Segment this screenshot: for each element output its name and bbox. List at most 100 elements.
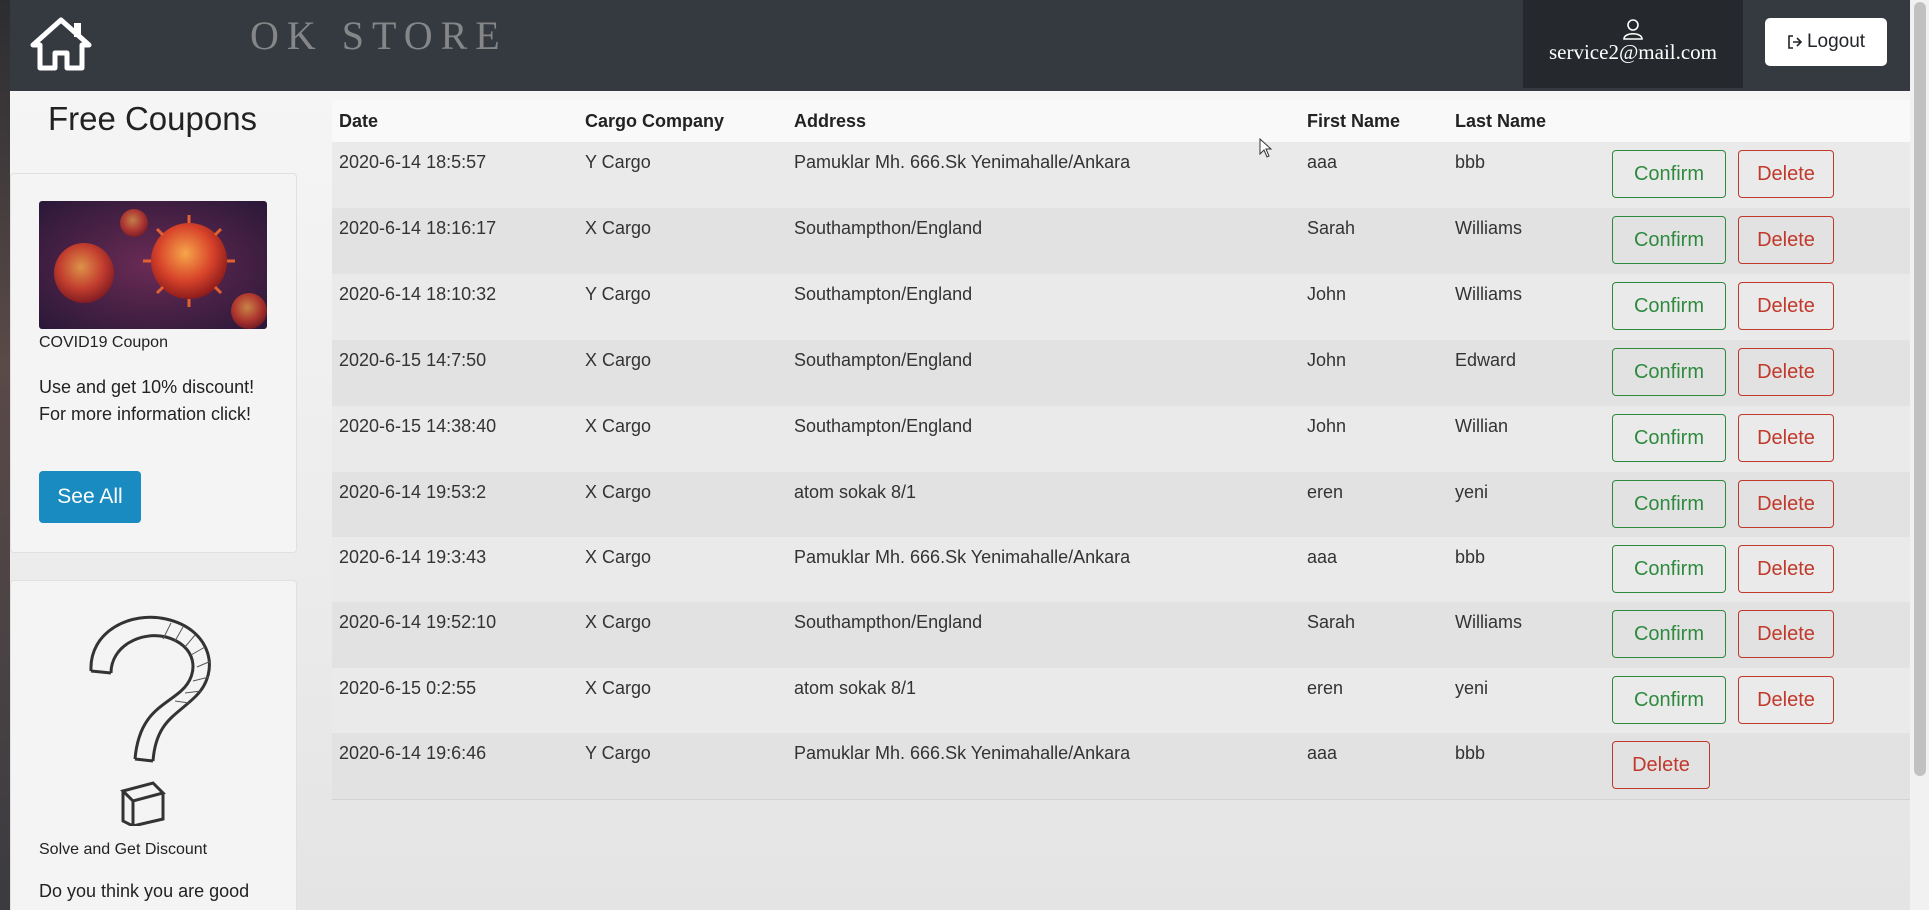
logout-icon	[1788, 35, 1803, 49]
confirm-button[interactable]: Confirm	[1612, 150, 1726, 198]
quiz-description: Do you think you are good	[39, 881, 250, 901]
cell-cargo-company: X Cargo	[585, 612, 652, 632]
delete-button[interactable]: Delete	[1738, 480, 1834, 528]
question-mark-image	[89, 615, 212, 826]
cell-date: 2020-6-15 14:38:40	[339, 416, 497, 436]
cell-cargo-company: X Cargo	[585, 482, 652, 502]
cell-first-name: John	[1307, 284, 1347, 304]
cell-address: atom sokak 8/1	[794, 482, 917, 502]
logout-button[interactable]: Logout	[1765, 18, 1887, 66]
coupon-card: COVID19 Coupon Use and get 10% discount!…	[10, 173, 297, 553]
confirm-button[interactable]: Confirm	[1612, 610, 1726, 658]
coupons-title: Free Coupons	[47, 100, 258, 137]
confirm-button[interactable]: Confirm	[1612, 480, 1726, 528]
cell-date: 2020-6-14 18:5:57	[339, 152, 487, 172]
delete-button[interactable]: Delete	[1738, 676, 1834, 724]
cell-first-name: aaa	[1307, 152, 1338, 172]
delete-button[interactable]: Delete	[1738, 545, 1834, 593]
delete-button[interactable]: Delete	[1612, 741, 1710, 789]
coupon-label: COVID19 Coupon	[39, 334, 168, 351]
quiz-label: Solve and Get Discount	[39, 841, 208, 858]
covid-virus-image	[39, 201, 267, 329]
cell-address: Pamuklar Mh. 666.Sk Yenimahalle/Ankara	[794, 547, 1131, 567]
cell-first-name: aaa	[1307, 743, 1338, 763]
coupon-description: Use and get 10% discount! For more infor…	[39, 377, 255, 424]
cell-date: 2020-6-14 19:6:46	[339, 743, 487, 763]
top-navbar: OK STORE service2@mail.com Logout	[10, 0, 1910, 91]
user-icon	[1623, 19, 1643, 40]
cell-address: Pamuklar Mh. 666.Sk Yenimahalle/Ankara	[794, 743, 1131, 763]
cell-address: Pamuklar Mh. 666.Sk Yenimahalle/Ankara	[794, 152, 1131, 172]
cell-last-name: yeni	[1455, 482, 1489, 502]
see-all-button[interactable]: See All	[39, 471, 141, 523]
column-header-last-name: Last Name	[1455, 111, 1547, 131]
cell-date: 2020-6-15 0:2:55	[339, 678, 477, 698]
page-scrollbar[interactable]	[1910, 0, 1929, 910]
cell-date: 2020-6-14 18:16:17	[339, 218, 497, 238]
cell-last-name: Williams	[1455, 612, 1522, 632]
table-header: Date Cargo Company Address First Name La…	[332, 100, 1910, 143]
table-row: 2020-6-15 14:7:50 X Cargo Southampton/Engl…	[332, 340, 1910, 407]
delete-button[interactable]: Delete	[1738, 414, 1834, 462]
cell-address: Southampton/England	[794, 350, 973, 370]
delete-button[interactable]: Delete	[1738, 150, 1834, 198]
confirm-button[interactable]: Confirm	[1612, 676, 1726, 724]
user-email: service2@mail.com	[1548, 40, 1718, 64]
cell-cargo-company: X Cargo	[585, 350, 652, 370]
user-menu[interactable]: service2@mail.com	[1523, 0, 1743, 88]
column-header-first-name: First Name	[1307, 111, 1401, 131]
cell-first-name: John	[1307, 350, 1347, 370]
table-row: 2020-6-14 18:10:32 Y Cargo Southampton/Eng…	[332, 274, 1910, 341]
orders-table: Date Cargo Company Address First Name La…	[332, 100, 1910, 800]
cell-last-name: Edward	[1455, 350, 1517, 370]
cell-address: Southampthon/England	[794, 218, 983, 238]
cell-address: Southampthon/England	[794, 612, 983, 632]
cell-last-name: Willian	[1455, 416, 1509, 436]
table-row: 2020-6-14 18:16:17 X Cargo Southampthon/En…	[332, 208, 1910, 275]
confirm-button[interactable]: Confirm	[1612, 545, 1726, 593]
cell-date: 2020-6-14 19:3:43	[339, 547, 487, 567]
cell-cargo-company: Y Cargo	[585, 152, 651, 172]
mouse-cursor-icon	[1259, 138, 1273, 158]
column-header-date: Date	[339, 111, 379, 131]
table-row: 2020-6-15 14:38:40 X Cargo Southampton/Eng…	[332, 406, 1910, 473]
scrollbar-thumb[interactable]	[1914, 2, 1926, 776]
cell-first-name: eren	[1307, 678, 1344, 698]
cell-last-name: Williams	[1455, 218, 1522, 238]
cell-first-name: Sarah	[1307, 612, 1356, 632]
brand-logo[interactable]: OK STORE	[250, 12, 508, 59]
column-header-cargo: Cargo Company	[585, 111, 725, 131]
cell-date: 2020-6-14 19:52:10	[339, 612, 497, 632]
quiz-card: Solve and Get Discount Do you think you …	[10, 580, 297, 910]
logout-label: Logout	[1806, 31, 1866, 52]
table-row: 2020-6-14 18:5:57 Y Cargo Pamuklar Mh. 666…	[332, 142, 1910, 209]
cell-date: 2020-6-14 19:53:2	[339, 482, 487, 502]
delete-button[interactable]: Delete	[1738, 216, 1834, 264]
background-strip	[0, 0, 10, 910]
confirm-button[interactable]: Confirm	[1612, 216, 1726, 264]
cell-date: 2020-6-14 18:10:32	[339, 284, 497, 304]
column-header-address: Address	[794, 111, 867, 131]
cell-cargo-company: X Cargo	[585, 547, 652, 567]
cell-first-name: aaa	[1307, 547, 1338, 567]
cell-cargo-company: X Cargo	[585, 678, 652, 698]
cell-first-name: John	[1307, 416, 1347, 436]
page: OK STORE service2@mail.com Logout Free C…	[10, 0, 1910, 910]
table-row: 2020-6-14 19:3:43 X Cargo Pamuklar Mh. 666…	[332, 537, 1910, 604]
cell-cargo-company: Y Cargo	[585, 284, 651, 304]
confirm-button[interactable]: Confirm	[1612, 348, 1726, 396]
confirm-button[interactable]: Confirm	[1612, 282, 1726, 330]
delete-button[interactable]: Delete	[1738, 610, 1834, 658]
cell-last-name: bbb	[1455, 547, 1486, 567]
cell-first-name: Sarah	[1307, 218, 1356, 238]
cell-last-name: Williams	[1455, 284, 1522, 304]
confirm-button[interactable]: Confirm	[1612, 414, 1726, 462]
table-row: 2020-6-14 19:52:10 X Cargo Southampthon/En…	[332, 602, 1910, 669]
cell-last-name: bbb	[1455, 743, 1486, 763]
cell-address: Southampton/England	[794, 416, 973, 436]
delete-button[interactable]: Delete	[1738, 348, 1834, 396]
home-icon[interactable]	[30, 17, 92, 71]
table-row: 2020-6-14 19:53:2 X Cargo atom sokak 8/1 er…	[332, 472, 1910, 539]
delete-button[interactable]: Delete	[1738, 282, 1834, 330]
cell-address: atom sokak 8/1	[794, 678, 917, 698]
